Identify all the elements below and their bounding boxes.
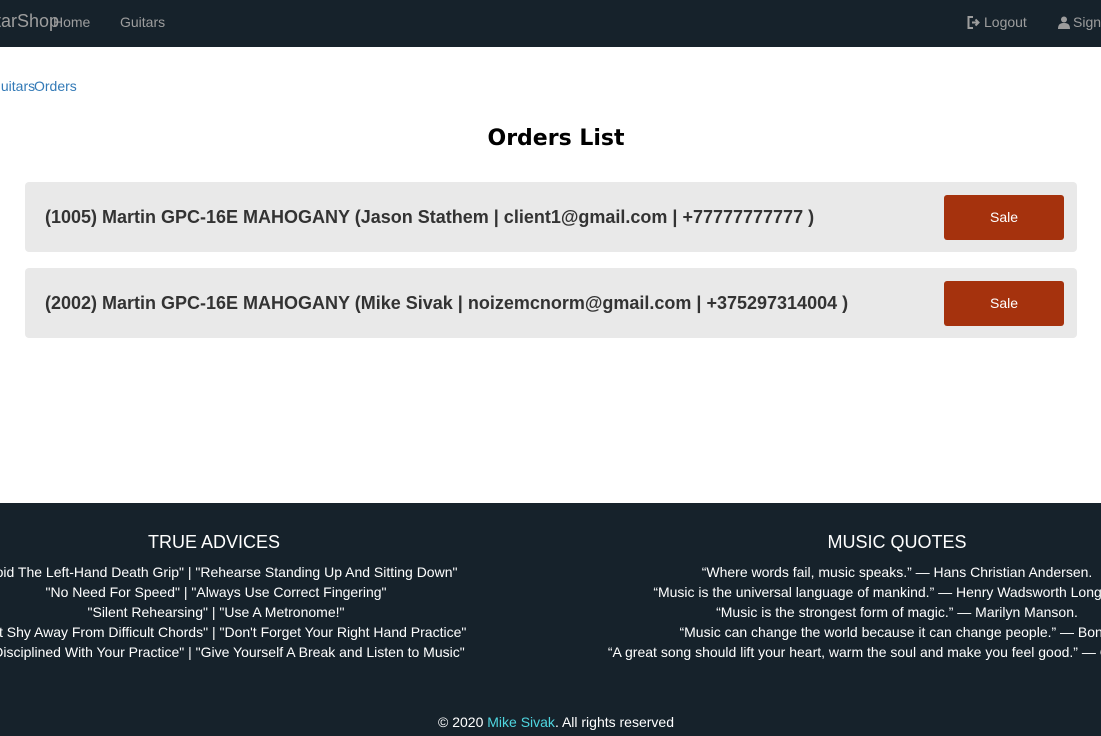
order-details: (2002) Martin GPC-16E MAHOGANY (Mike Siv…	[45, 293, 849, 313]
quote-line: “Music can change the world because it c…	[679, 624, 1101, 640]
advice-line: "Be Disciplined With Your Practice" | "G…	[0, 644, 465, 660]
quote-line: “Music is the universal language of mank…	[653, 584, 1101, 600]
logout-label: Logout	[984, 14, 1027, 30]
user-icon	[1058, 16, 1070, 29]
quote-line: “Music is the strongest form of magic.” …	[716, 604, 1078, 620]
logout-icon	[967, 16, 980, 29]
copyright-suffix: . All rights reserved	[554, 714, 674, 730]
signup-link[interactable]: Sign Up	[1058, 14, 1101, 30]
signup-label: Sign Up	[1073, 14, 1101, 30]
advice-line: "No Need For Speed" | "Always Use Correc…	[45, 584, 387, 600]
page-title: Orders List	[487, 126, 625, 151]
advice-line: "Don't Shy Away From Difficult Chords" |…	[0, 624, 467, 640]
logout-link[interactable]: Logout	[967, 14, 1027, 30]
order-item: (2002) Martin GPC-16E MAHOGANY (Mike Siv…	[25, 268, 1077, 338]
breadcrumb-guitars-link[interactable]: Guitars	[0, 78, 35, 94]
footer: TRUE ADVICES "Avoid The Left-Hand Death …	[0, 503, 1101, 736]
copyright-prefix: © 2020	[438, 714, 488, 730]
copyright: © 2020 Mike Sivak. All rights reserved	[0, 714, 1101, 730]
order-item: (1005) Martin GPC-16E MAHOGANY (Jason St…	[25, 182, 1077, 252]
advice-line: "Avoid The Left-Hand Death Grip" | "Rehe…	[0, 564, 458, 580]
quote-line: “Where words fail, music speaks.” — Hans…	[701, 564, 1093, 580]
breadcrumb-orders-link[interactable]: Orders	[34, 78, 77, 94]
advice-line: "Silent Rehearsing" | "Use A Metronome!"	[87, 604, 345, 620]
brand-logo[interactable]: GuitarShop	[0, 11, 59, 32]
sale-button[interactable]: Sale	[944, 281, 1064, 326]
sale-button[interactable]: Sale	[944, 195, 1064, 240]
nav-guitars-link[interactable]: Guitars	[120, 14, 165, 30]
advices-heading: TRUE ADVICES	[147, 532, 281, 552]
quotes-heading: MUSIC QUOTES	[827, 532, 967, 552]
nav-home-link[interactable]: Home	[53, 14, 90, 30]
author-link[interactable]: Mike Sivak	[487, 714, 555, 730]
quote-line: “A great song should lift your heart, wa…	[607, 644, 1101, 660]
top-navbar: GuitarShop Home Guitars Logout Sign Up	[0, 0, 1101, 47]
order-details: (1005) Martin GPC-16E MAHOGANY (Jason St…	[45, 207, 815, 227]
